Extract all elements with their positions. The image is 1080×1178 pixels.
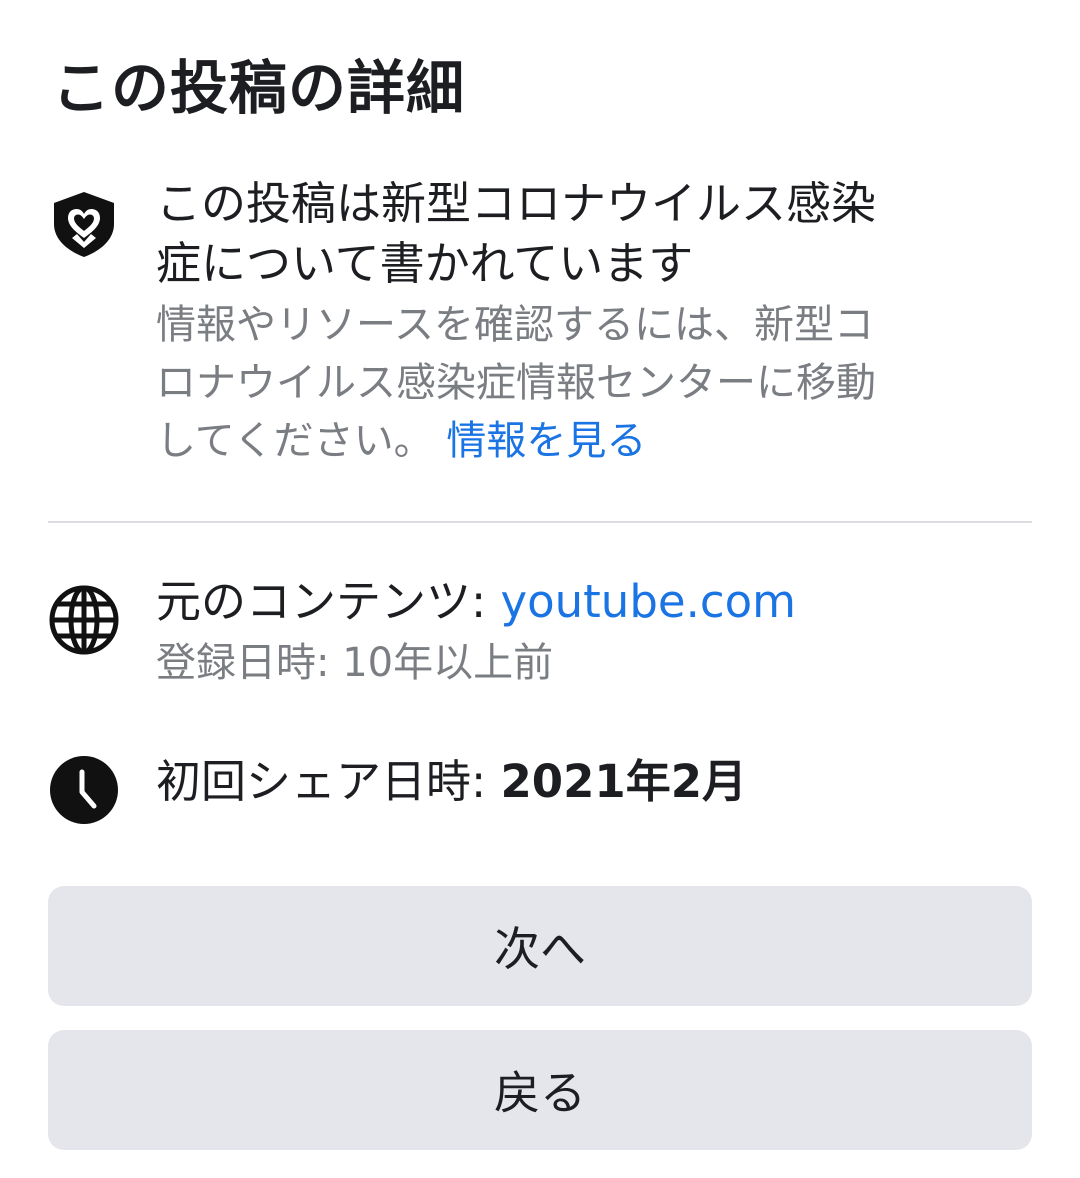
covid-notice-title-line2: 症について書かれています <box>156 237 694 290</box>
covid-notice-desc-line2: ロナウイルス感染症情報センターに移動 <box>156 360 876 406</box>
registered-date: 登録日時: 10年以上前 <box>156 640 554 686</box>
back-button[interactable]: 戻る <box>48 1030 1032 1150</box>
source-row: 元のコンテンツ: youtube.com 登録日時: 10年以上前 <box>48 572 1032 702</box>
source-label: 元のコンテンツ: <box>156 575 501 628</box>
next-button[interactable]: 次へ <box>48 886 1032 1006</box>
source-domain-link[interactable]: youtube.com <box>500 575 796 628</box>
covid-notice-title-line1: この投稿は新型コロナウイルス感染 <box>156 177 877 230</box>
divider <box>48 521 1032 523</box>
first-shared-value: 2021年2月 <box>500 755 748 808</box>
shield-heart-icon <box>48 188 120 260</box>
see-info-link[interactable]: 情報を見る <box>446 418 646 464</box>
covid-info-row: この投稿は新型コロナウイルス感染 症について書かれています 情報やリソースを確認… <box>48 177 1032 478</box>
covid-notice-desc-line1: 情報やリソースを確認するには、新型コ <box>156 302 874 348</box>
page-title: この投稿の詳細 <box>52 54 466 122</box>
first-shared-label: 初回シェア日時: <box>156 755 501 808</box>
covid-notice-desc-line3: してください。 <box>156 418 434 464</box>
clock-icon <box>48 754 120 826</box>
globe-icon <box>48 584 120 656</box>
first-shared-row: 初回シェア日時: 2021年2月 <box>48 752 1032 832</box>
